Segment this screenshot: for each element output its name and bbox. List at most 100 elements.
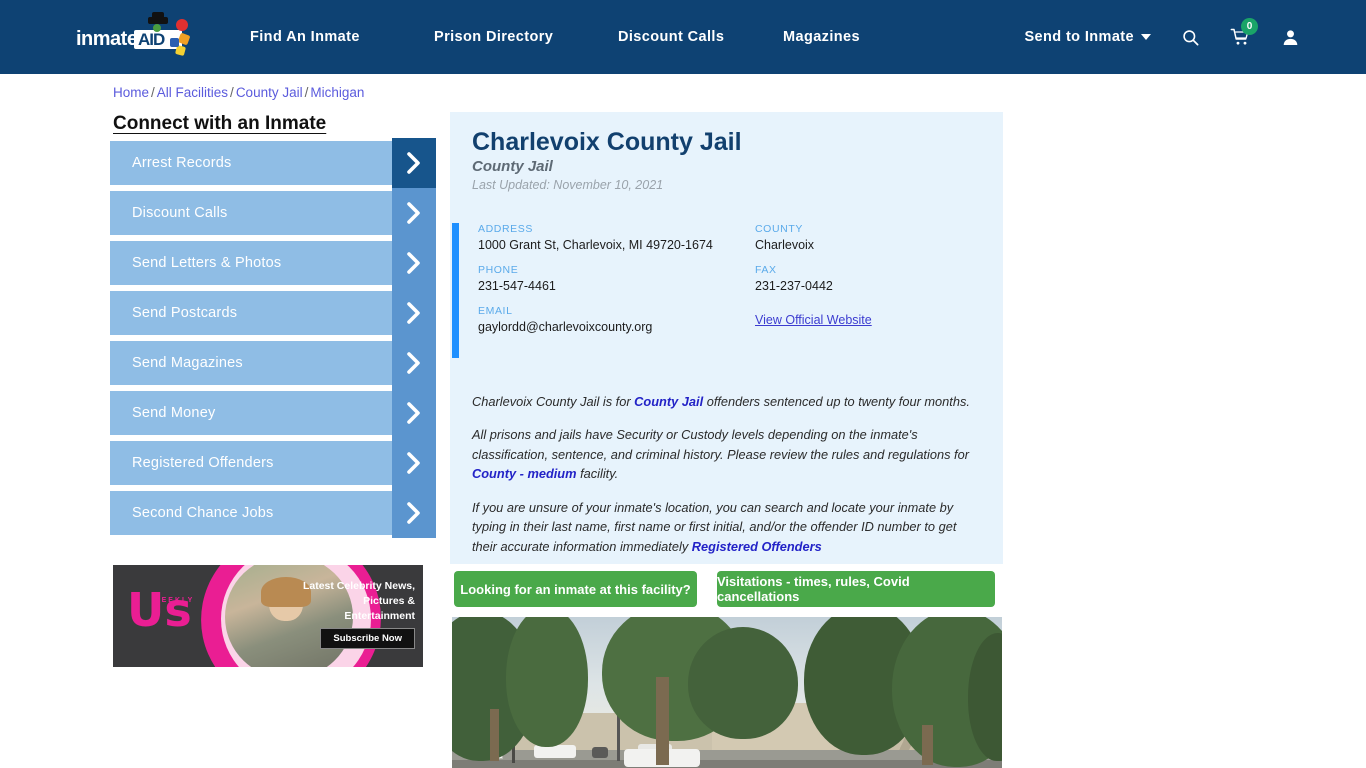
primary-nav-list: Find An Inmate Prison Directory Discount… xyxy=(250,0,860,74)
email-label: EMAIL xyxy=(478,305,513,317)
photo-road xyxy=(452,760,1002,768)
chevron-right-icon xyxy=(392,438,436,488)
address-label: ADDRESS xyxy=(478,223,533,235)
official-website-link[interactable]: View Official Website xyxy=(755,313,872,327)
photo-tree-trunk xyxy=(490,709,499,761)
sidebar-item-arrest-records[interactable]: Arrest Records xyxy=(110,138,436,188)
nav-item-prison-directory[interactable]: Prison Directory xyxy=(434,29,618,45)
fax-field: FAX 231-237-0442 xyxy=(755,264,995,293)
sidebar-item-label: Send Magazines xyxy=(132,355,243,371)
logo-wordmark: inmate xyxy=(76,28,138,50)
sidebar-item-label: Send Money xyxy=(132,405,216,421)
county-value: Charlevoix xyxy=(755,238,815,252)
ad-logo-subtitle: WEEKLY xyxy=(153,597,195,604)
address-value: 1000 Grant St, Charlevoix, MI 49720-1674 xyxy=(478,238,713,252)
breadcrumb-separator: / xyxy=(151,85,155,100)
search-icon xyxy=(1183,29,1199,45)
email-value: gaylordd@charlevoixcounty.org xyxy=(478,320,653,334)
nav-dropdown-label: Send to Inmate xyxy=(1024,29,1134,45)
breadcrumb: Home / All Facilities / County Jail / Michigan xyxy=(113,85,364,100)
p1-link-county-jail[interactable]: County Jail xyxy=(634,394,703,409)
county-field: COUNTY Charlevoix xyxy=(755,223,995,252)
facility-type-subtitle: County Jail xyxy=(472,158,553,175)
description-paragraph-3: If you are unsure of your inmate's locat… xyxy=(472,498,982,556)
contact-column-left: ADDRESS 1000 Grant St, Charlevoix, MI 49… xyxy=(478,223,758,346)
logo-dot-red-icon xyxy=(176,19,188,31)
email-field: EMAIL gaylordd@charlevoixcounty.org xyxy=(478,305,758,334)
breadcrumb-item-all-facilities[interactable]: All Facilities xyxy=(157,85,228,100)
photo-tree xyxy=(688,627,798,739)
chevron-right-icon xyxy=(392,288,436,338)
site-logo[interactable]: inmate AID xyxy=(76,12,196,60)
p1-text-a: Charlevoix County Jail is for xyxy=(472,394,635,409)
facility-street-view-photo[interactable] xyxy=(452,617,1002,768)
photo-tree xyxy=(506,617,588,747)
sidebar-item-label: Send Postcards xyxy=(132,305,238,321)
sidebar-item-second-chance-jobs[interactable]: Second Chance Jobs xyxy=(110,488,436,538)
page-title: Charlevoix County Jail xyxy=(472,128,742,156)
phone-field: PHONE 231-547-4461 xyxy=(478,264,758,293)
sidebar-item-label: Registered Offenders xyxy=(132,455,274,471)
sidebar-item-send-magazines[interactable]: Send Magazines xyxy=(110,338,436,388)
p3-link-registered-offenders[interactable]: Registered Offenders xyxy=(692,539,822,554)
description-paragraph-1: Charlevoix County Jail is for County Jai… xyxy=(472,392,982,411)
sidebar-item-send-money[interactable]: Send Money xyxy=(110,388,436,438)
photo-tree-trunk xyxy=(922,725,933,765)
chevron-right-icon xyxy=(392,338,436,388)
photo-vehicle xyxy=(534,745,576,758)
chevron-right-icon xyxy=(392,188,436,238)
cart-count-badge: 0 xyxy=(1241,18,1258,35)
sidebar-item-label: Send Letters & Photos xyxy=(132,255,282,271)
sidebar-item-registered-offenders[interactable]: Registered Offenders xyxy=(110,438,436,488)
phone-label: PHONE xyxy=(478,264,519,276)
p1-text-b: offenders sentenced up to twenty four mo… xyxy=(703,394,970,409)
nav-item-find-an-inmate[interactable]: Find An Inmate xyxy=(250,29,434,45)
sidebar-item-send-letters-photos[interactable]: Send Letters & Photos xyxy=(110,238,436,288)
logo-figure-icon xyxy=(153,24,161,32)
phone-value: 231-547-4461 xyxy=(478,279,556,293)
photo-tree-trunk xyxy=(656,677,669,765)
cart-button[interactable]: 0 xyxy=(1230,18,1258,47)
sidebar-item-label: Arrest Records xyxy=(132,155,232,171)
breadcrumb-item-michigan[interactable]: Michigan xyxy=(310,85,364,100)
sidebar-item-label: Discount Calls xyxy=(132,205,228,221)
accent-bar xyxy=(452,223,459,358)
account-button[interactable] xyxy=(1281,28,1300,47)
chevron-down-icon xyxy=(1141,34,1151,40)
nav-item-discount-calls[interactable]: Discount Calls xyxy=(618,29,783,45)
sidebar-heading: Connect with an Inmate xyxy=(113,113,327,134)
ad-logo: Us xyxy=(127,583,192,637)
chevron-right-icon xyxy=(392,138,436,188)
nav-item-magazines[interactable]: Magazines xyxy=(783,29,860,45)
breadcrumb-separator: / xyxy=(230,85,234,100)
breadcrumb-item-home[interactable]: Home xyxy=(113,85,149,100)
p2-text-b: facility. xyxy=(576,466,619,482)
website-field: View Official Website xyxy=(755,311,995,329)
nav-right-group: Send to Inmate 0 xyxy=(1024,0,1300,74)
visitations-button[interactable]: Visitations - times, rules, Covid cancel… xyxy=(717,571,995,607)
chevron-right-icon xyxy=(392,388,436,438)
breadcrumb-item-county-jail[interactable]: County Jail xyxy=(236,85,303,100)
photo-vehicle xyxy=(592,747,608,758)
chevron-right-icon xyxy=(392,488,436,538)
sidebar-item-label: Second Chance Jobs xyxy=(132,505,274,521)
facility-contact-info: ADDRESS 1000 Grant St, Charlevoix, MI 49… xyxy=(450,223,1003,358)
contact-column-right: COUNTY Charlevoix FAX 231-237-0442 View … xyxy=(755,223,995,341)
fax-label: FAX xyxy=(755,264,777,276)
logo-badge-text: AID xyxy=(138,30,165,49)
breadcrumb-separator: / xyxy=(304,85,309,100)
logo-hat-icon xyxy=(148,12,168,24)
sidebar-item-discount-calls[interactable]: Discount Calls xyxy=(110,188,436,238)
sidebar-item-send-postcards[interactable]: Send Postcards xyxy=(110,288,436,338)
description-paragraph-2: All prisons and jails have Security or C… xyxy=(472,425,982,483)
ad-subscribe-button[interactable]: Subscribe Now xyxy=(320,628,415,649)
search-button[interactable] xyxy=(1181,28,1200,47)
ad-copy-text: Latest Celebrity News, Pictures & Entert… xyxy=(302,580,415,622)
county-label: COUNTY xyxy=(755,223,803,235)
p2-link-county-medium[interactable]: County - medium xyxy=(472,466,577,481)
nav-dropdown-send-to-inmate[interactable]: Send to Inmate xyxy=(1024,29,1151,45)
advertisement-banner[interactable]: Us WEEKLY Latest Celebrity News, Picture… xyxy=(113,565,423,667)
find-inmate-button[interactable]: Looking for an inmate at this facility? xyxy=(454,571,697,607)
fax-value: 231-237-0442 xyxy=(755,279,833,293)
user-account-icon xyxy=(1283,29,1298,45)
